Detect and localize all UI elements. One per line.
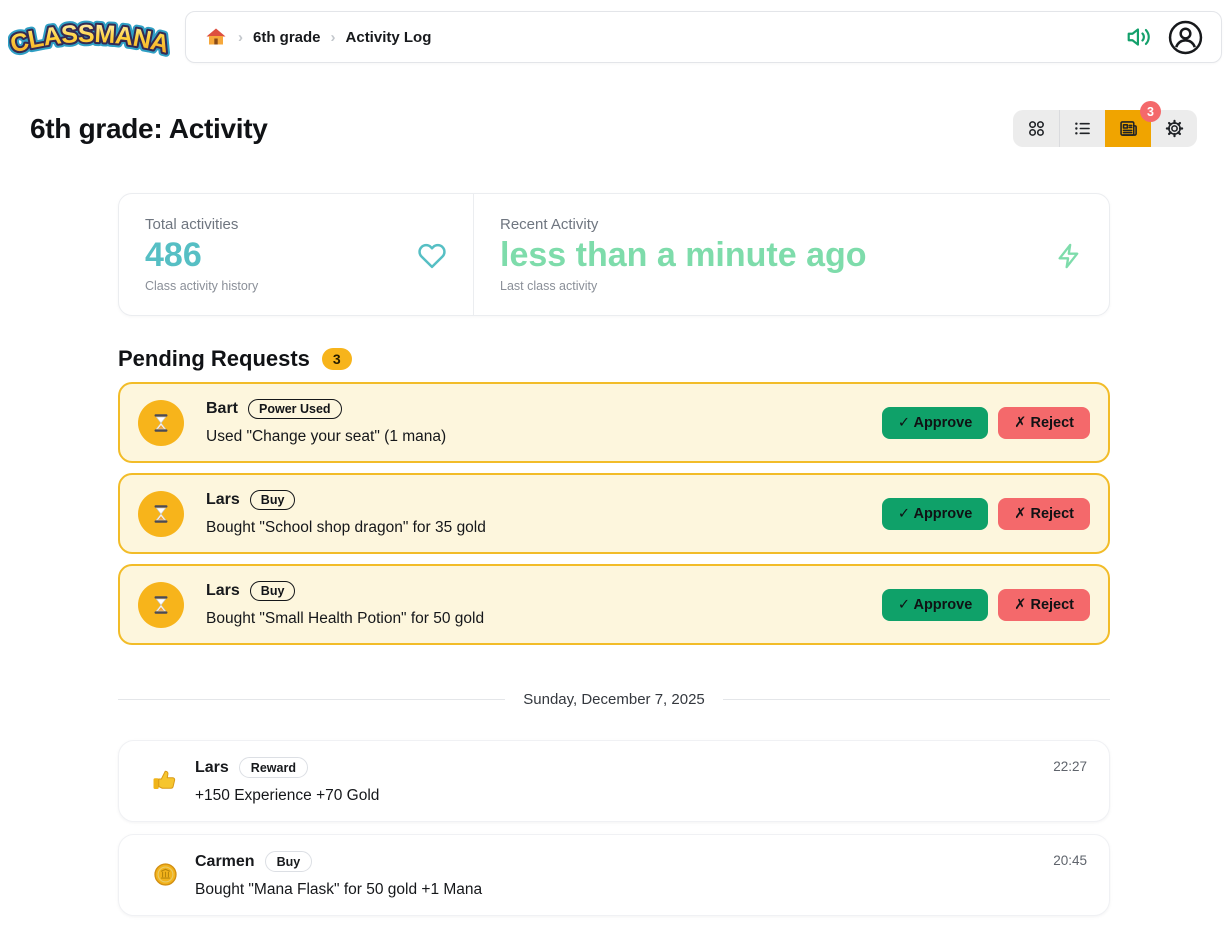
activity-entry: Carmen Buy Bought "Mana Flask" for 50 go… [118, 834, 1110, 916]
breadcrumb-current: Activity Log [346, 29, 432, 46]
approve-button[interactable]: ✓ Approve [882, 589, 988, 621]
pending-request-card: Lars Buy Bought "School shop dragon" for… [118, 473, 1110, 554]
avatar [138, 400, 184, 446]
pending-requests-title: Pending Requests [118, 346, 310, 372]
request-type-tag: Buy [250, 490, 296, 510]
stat-label: Recent Activity [500, 216, 1083, 233]
request-description: Bought "Small Health Potion" for 50 gold [206, 610, 882, 628]
breadcrumb-separator: › [238, 29, 243, 46]
view-activity-feed-button[interactable]: 3 [1105, 110, 1151, 147]
pending-count-badge: 3 [322, 348, 352, 370]
settings-button[interactable] [1151, 110, 1197, 147]
activity-entry: Lars Reward +150 Experience +70 Gold 22:… [118, 740, 1110, 822]
entry-time: 22:27 [1053, 759, 1087, 805]
view-toggle: 3 [1013, 110, 1197, 147]
reject-button[interactable]: ✗ Reject [998, 407, 1090, 439]
request-description: Used "Change your seat" (1 mana) [206, 428, 882, 446]
date-label: Sunday, December 7, 2025 [523, 691, 705, 708]
profile-button[interactable] [1168, 20, 1203, 55]
entry-description: Bought "Mana Flask" for 50 gold +1 Mana [195, 881, 1053, 899]
stat-value: 486 [145, 237, 202, 274]
list-icon [1072, 118, 1093, 139]
entry-time: 20:45 [1053, 853, 1087, 899]
sound-button[interactable] [1126, 24, 1152, 50]
heart-outline-icon [417, 241, 447, 271]
stat-total-activities: Total activities 486 Class activity hist… [119, 194, 474, 315]
top-bar: CLASSMANA CLASSMANA CLASSMANA › 6th grad… [0, 0, 1228, 66]
entry-type-tag: Reward [239, 757, 308, 778]
coin-icon [152, 861, 179, 888]
stat-label: Total activities [145, 216, 447, 233]
request-type-tag: Power Used [248, 399, 342, 419]
stat-sub: Last class activity [500, 279, 1083, 293]
classmana-logo[interactable]: CLASSMANA CLASSMANA CLASSMANA [8, 8, 171, 66]
stats-panel: Total activities 486 Class activity hist… [118, 193, 1110, 316]
page-title: 6th grade: Activity [30, 113, 268, 145]
student-name: Carmen [195, 853, 255, 871]
gear-icon [1164, 118, 1185, 139]
view-grid-button[interactable] [1013, 110, 1059, 147]
request-type-tag: Buy [250, 581, 296, 601]
student-name: Lars [206, 582, 240, 600]
reject-button[interactable]: ✗ Reject [998, 589, 1090, 621]
entry-type-tag: Buy [265, 851, 313, 872]
reject-button[interactable]: ✗ Reject [998, 498, 1090, 530]
pending-request-card: Bart Power Used Used "Change your seat" … [118, 382, 1110, 463]
student-name: Lars [206, 491, 240, 509]
lightning-outline-icon [1055, 242, 1083, 270]
hourglass-icon [150, 503, 172, 525]
breadcrumb-grade[interactable]: 6th grade [253, 29, 321, 46]
thumbs-up-icon [150, 765, 180, 795]
student-name: Lars [195, 759, 229, 777]
student-name: Bart [206, 400, 238, 418]
stat-sub: Class activity history [145, 279, 447, 293]
date-divider: Sunday, December 7, 2025 [118, 691, 1110, 708]
breadcrumb-separator: › [331, 29, 336, 46]
approve-button[interactable]: ✓ Approve [882, 498, 988, 530]
approve-button[interactable]: ✓ Approve [882, 407, 988, 439]
entry-description: +150 Experience +70 Gold [195, 787, 1053, 805]
profile-icon [1168, 20, 1203, 55]
hourglass-icon [150, 594, 172, 616]
pending-request-card: Lars Buy Bought "Small Health Potion" fo… [118, 564, 1110, 645]
view-list-button[interactable] [1059, 110, 1105, 147]
grid-icon [1026, 118, 1047, 139]
stat-value: less than a minute ago [500, 237, 867, 274]
avatar [138, 491, 184, 537]
house-icon[interactable] [204, 25, 228, 49]
svg-text:CLASSMANA: CLASSMANA [8, 20, 171, 59]
hourglass-icon [150, 412, 172, 434]
speaker-icon [1126, 24, 1152, 50]
stat-recent-activity: Recent Activity less than a minute ago L… [474, 194, 1109, 315]
header-bar: › 6th grade › Activity Log [185, 11, 1222, 63]
request-description: Bought "School shop dragon" for 35 gold [206, 519, 882, 537]
breadcrumb: › 6th grade › Activity Log [204, 25, 431, 49]
newspaper-icon [1118, 118, 1139, 139]
avatar [138, 582, 184, 628]
